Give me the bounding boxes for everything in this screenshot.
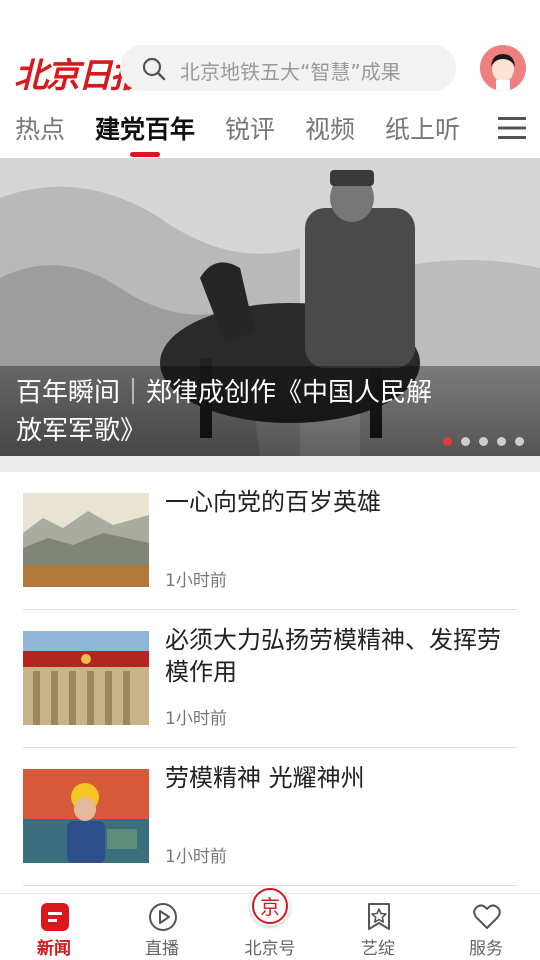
news-time: 1小时前 [165, 709, 227, 729]
section-divider [0, 456, 540, 472]
nav-services[interactable]: 服务 [432, 894, 540, 960]
search-bar[interactable]: 北京地铁五大“智慧”成果 [120, 45, 456, 91]
carousel-dot[interactable] [461, 437, 470, 446]
carousel-dot[interactable] [497, 437, 506, 446]
carousel-dot[interactable] [479, 437, 488, 446]
nav-news[interactable]: 新闻 [0, 894, 108, 960]
bottom-navigation: 新闻 直播 京 北京号 艺绽 服务 [0, 886, 540, 960]
star-bookmark-icon [368, 903, 390, 930]
play-icon [149, 903, 177, 931]
nav-art[interactable]: 艺绽 [324, 894, 432, 960]
news-item[interactable]: 一心向党的百岁英雄 1小时前 [23, 472, 517, 610]
hero-title: 百年瞬间｜郑律成创作《中国人民解放军军歌》 [16, 378, 433, 446]
carousel-dots [443, 437, 524, 446]
menu-icon[interactable] [498, 116, 526, 140]
news-icon [41, 903, 69, 931]
tab-party-centenary[interactable]: 建党百年 [95, 110, 195, 146]
news-title: 一心向党的百岁英雄 [165, 488, 381, 516]
tab-hot[interactable]: 热点 [15, 110, 65, 146]
nav-label: 北京号 [244, 939, 296, 959]
news-item[interactable]: 劳模精神 光耀神州 1小时前 [23, 748, 517, 886]
app-header: 北京日报 北京地铁五大“智慧”成果 [0, 40, 540, 96]
news-title: 必须大力弘扬劳模精神、发挥劳模作用 [165, 626, 501, 686]
avatar[interactable] [480, 45, 526, 91]
nav-label: 艺绽 [361, 939, 395, 959]
news-title: 劳模精神 光耀神州 [165, 764, 365, 792]
carousel-dot[interactable] [515, 437, 524, 446]
news-thumbnail [23, 493, 149, 587]
tab-commentary[interactable]: 锐评 [225, 110, 275, 146]
nav-label: 新闻 [37, 939, 71, 959]
tab-paper-audio[interactable]: 纸上听 [385, 110, 460, 146]
hero-banner[interactable]: 百年瞬间｜郑律成创作《中国人民解放军军歌》 [0, 158, 540, 456]
tab-video[interactable]: 视频 [305, 110, 355, 146]
category-tabs: 热点 建党百年 锐评 视频 纸上听 [0, 96, 540, 158]
news-time: 1小时前 [165, 571, 227, 591]
nav-label: 直播 [145, 939, 179, 959]
svg-text:京: 京 [260, 895, 280, 919]
news-item[interactable]: 必须大力弘扬劳模精神、发挥劳模作用 1小时前 [23, 610, 517, 748]
beijing-badge-icon: 京 [250, 886, 290, 926]
hero-caption: 百年瞬间｜郑律成创作《中国人民解放军军歌》 [0, 366, 540, 456]
carousel-dot[interactable] [443, 437, 452, 446]
nav-live[interactable]: 直播 [108, 894, 216, 960]
search-placeholder: 北京地铁五大“智慧”成果 [180, 60, 401, 84]
heart-icon [473, 904, 501, 929]
active-tab-indicator [130, 152, 160, 157]
news-thumbnail [23, 769, 149, 863]
news-time: 1小时前 [165, 847, 227, 867]
nav-beijing-account[interactable]: 京 北京号 [216, 886, 324, 960]
search-icon [142, 57, 166, 81]
user-avatar-icon [480, 45, 526, 91]
news-thumbnail [23, 631, 149, 725]
nav-label: 服务 [469, 939, 503, 959]
